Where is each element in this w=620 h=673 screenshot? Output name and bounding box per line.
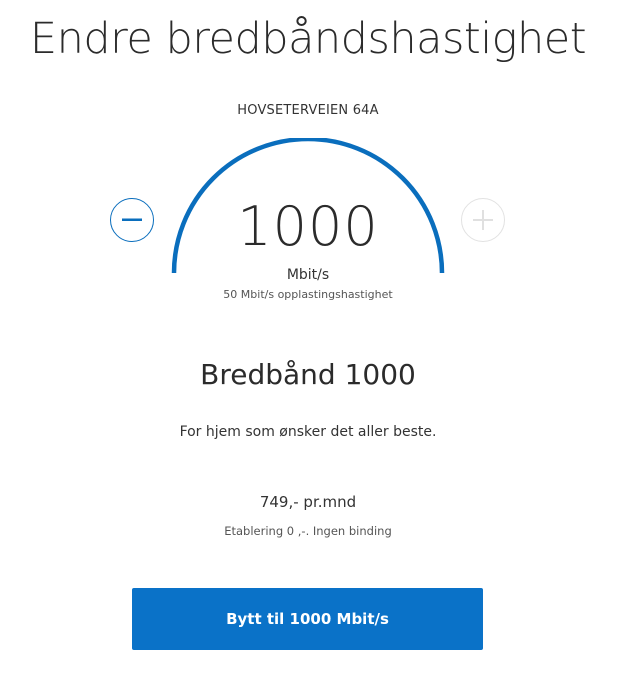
page-title: Endre bredbåndshastighet <box>29 14 587 64</box>
speed-unit: Mbit/s <box>286 267 330 283</box>
product-price: 749,- pr.mnd <box>259 493 357 511</box>
upload-speed: 50 Mbit/s opplastingshastighet <box>223 288 393 301</box>
speed-value: 1000 <box>237 195 379 258</box>
change-speed-button[interactable]: Bytt til 1000 Mbit/s <box>132 588 483 650</box>
address-label: HOVSETERVEIEN 64A <box>237 103 379 118</box>
product-terms: Etablering 0 ,-. Ingen binding <box>224 524 392 538</box>
product-name: Bredbånd 1000 <box>200 358 416 391</box>
product-description: For hjem som ønsker det aller beste. <box>179 424 437 440</box>
